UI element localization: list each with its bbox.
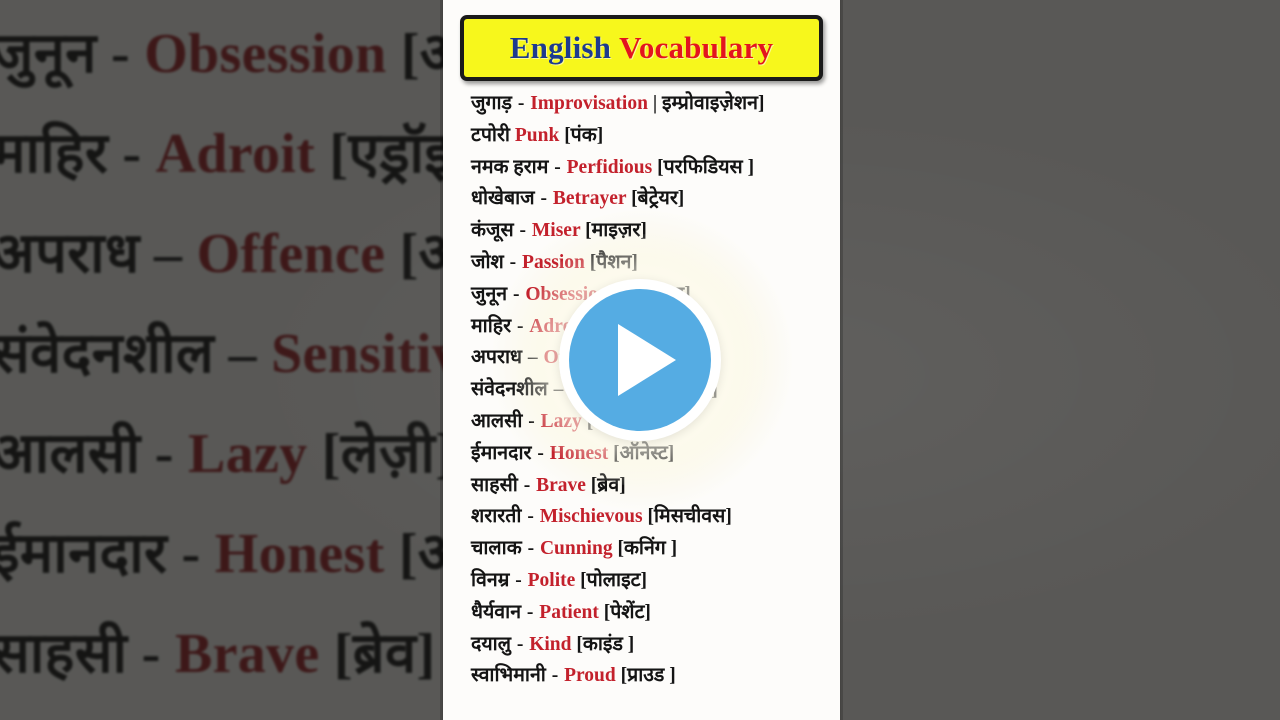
vocab-transliteration: [बेट्रेयर]: [631, 188, 685, 210]
vocab-hindi-word: नमक हराम: [471, 156, 549, 178]
vocab-separator: -: [523, 474, 531, 496]
vocab-separator: -: [516, 633, 524, 655]
vocab-english-word: Punk: [514, 124, 560, 146]
vocab-english-word: Miser: [531, 220, 581, 242]
card-right-edge-shadow: [840, 0, 843, 720]
vocab-english-word: Brave: [536, 474, 586, 496]
vocab-transliteration: [परफिडियस ]: [657, 156, 755, 178]
vocab-english-word: Perfidious: [566, 156, 653, 178]
vocab-row: नमक हराम - Perfidious [परफिडियस ]: [471, 152, 831, 184]
vocab-hindi-word: माहिर: [471, 315, 512, 337]
vocab-hindi-word: विनम्र: [471, 569, 510, 591]
vocab-separator: -: [551, 665, 559, 687]
play-triangle-icon: [618, 324, 676, 396]
vocab-english-word: Mischievous: [539, 506, 643, 528]
vocab-english-word: Proud: [564, 665, 616, 687]
vocab-transliteration: [प्राउड ]: [620, 665, 676, 687]
vocab-hindi-word: आलसी: [471, 410, 523, 432]
vocab-separator: -: [537, 442, 544, 464]
vocab-row: चालाक - Cunning [कनिंग ]: [471, 533, 831, 565]
vocab-separator: -: [527, 506, 534, 528]
vocab-english-word: Polite: [527, 569, 576, 591]
vocab-hindi-word: साहसी: [471, 474, 518, 496]
video-stage: जोश - Passion [पैशन]जुनून - Obsession [ऑ…: [0, 0, 1280, 720]
title-banner: English Vocabulary: [460, 15, 823, 81]
vocab-row: जुगाड़ - Improvisation | इम्प्रोवाइज़ेशन…: [471, 88, 831, 120]
vocab-hindi-word: ईमानदार: [471, 442, 532, 464]
vocab-separator: -: [526, 601, 534, 623]
vocab-separator: -: [513, 283, 520, 305]
vocab-transliteration: [पोलाइट]: [580, 569, 647, 591]
vocab-hindi-word: टपोरी: [471, 124, 510, 146]
vocab-hindi-word: जुनून: [471, 283, 508, 305]
vocab-hindi-word: शरारती: [471, 506, 522, 528]
vocab-english-word: Kind: [529, 633, 572, 655]
vocab-separator: -: [540, 188, 548, 210]
vocab-hindi-word: जोश: [471, 251, 504, 273]
vocab-separator: -: [527, 538, 535, 560]
vocab-english-word: Betrayer: [552, 188, 627, 210]
vocab-separator: -: [515, 569, 522, 591]
vocab-hindi-word: धोखेबाज: [471, 188, 535, 210]
vocab-hindi-word: कंजूस: [471, 220, 514, 242]
title-word-vocabulary: Vocabulary: [619, 30, 774, 65]
vocab-hindi-word: धैर्यवान: [471, 601, 522, 623]
play-button[interactable]: [569, 289, 711, 431]
vocab-english-word: Cunning: [539, 538, 613, 560]
vocab-hindi-word: चालाक: [471, 538, 522, 560]
vocab-row: धैर्यवान - Patient [पेशेंट]: [471, 597, 831, 629]
vocab-separator: -: [554, 156, 561, 178]
vocab-row: शरारती - Mischievous [मिसचीवस]: [471, 501, 831, 533]
vocab-transliteration: | इम्प्रोवाइज़ेशन]: [652, 93, 765, 114]
vocab-separator: -: [509, 251, 517, 273]
vocab-hindi-word: दयालु: [471, 633, 511, 655]
vocab-separator: -: [517, 93, 525, 114]
vocab-transliteration: [पेशेंट]: [603, 601, 651, 623]
title-word-english: English: [509, 30, 612, 65]
vocab-hindi-word: जुगाड़: [471, 93, 512, 114]
vocab-row: टपोरी Punk [पंक]: [471, 120, 831, 152]
vocab-row: विनम्र - Polite [पोलाइट]: [471, 565, 831, 597]
vocab-transliteration: [काइंड ]: [576, 633, 635, 655]
page-title: English Vocabulary: [510, 30, 773, 66]
vocab-transliteration: [कनिंग ]: [617, 538, 678, 560]
vocab-transliteration: [पंक]: [564, 124, 604, 146]
title-space: [611, 30, 619, 65]
vocab-english-word: Patient: [539, 601, 599, 623]
vocab-row: धोखेबाज - Betrayer [बेट्रेयर]: [471, 183, 831, 215]
vocab-hindi-word: स्वाभिमानी: [471, 665, 546, 687]
vocab-english-word: Improvisation: [530, 93, 648, 114]
vocab-transliteration: [मिसचीवस]: [647, 506, 732, 528]
vocab-row: स्वाभिमानी - Proud [प्राउड ]: [471, 660, 831, 692]
vocab-separator: -: [519, 220, 527, 242]
vocab-row: दयालु - Kind [काइंड ]: [471, 629, 831, 661]
